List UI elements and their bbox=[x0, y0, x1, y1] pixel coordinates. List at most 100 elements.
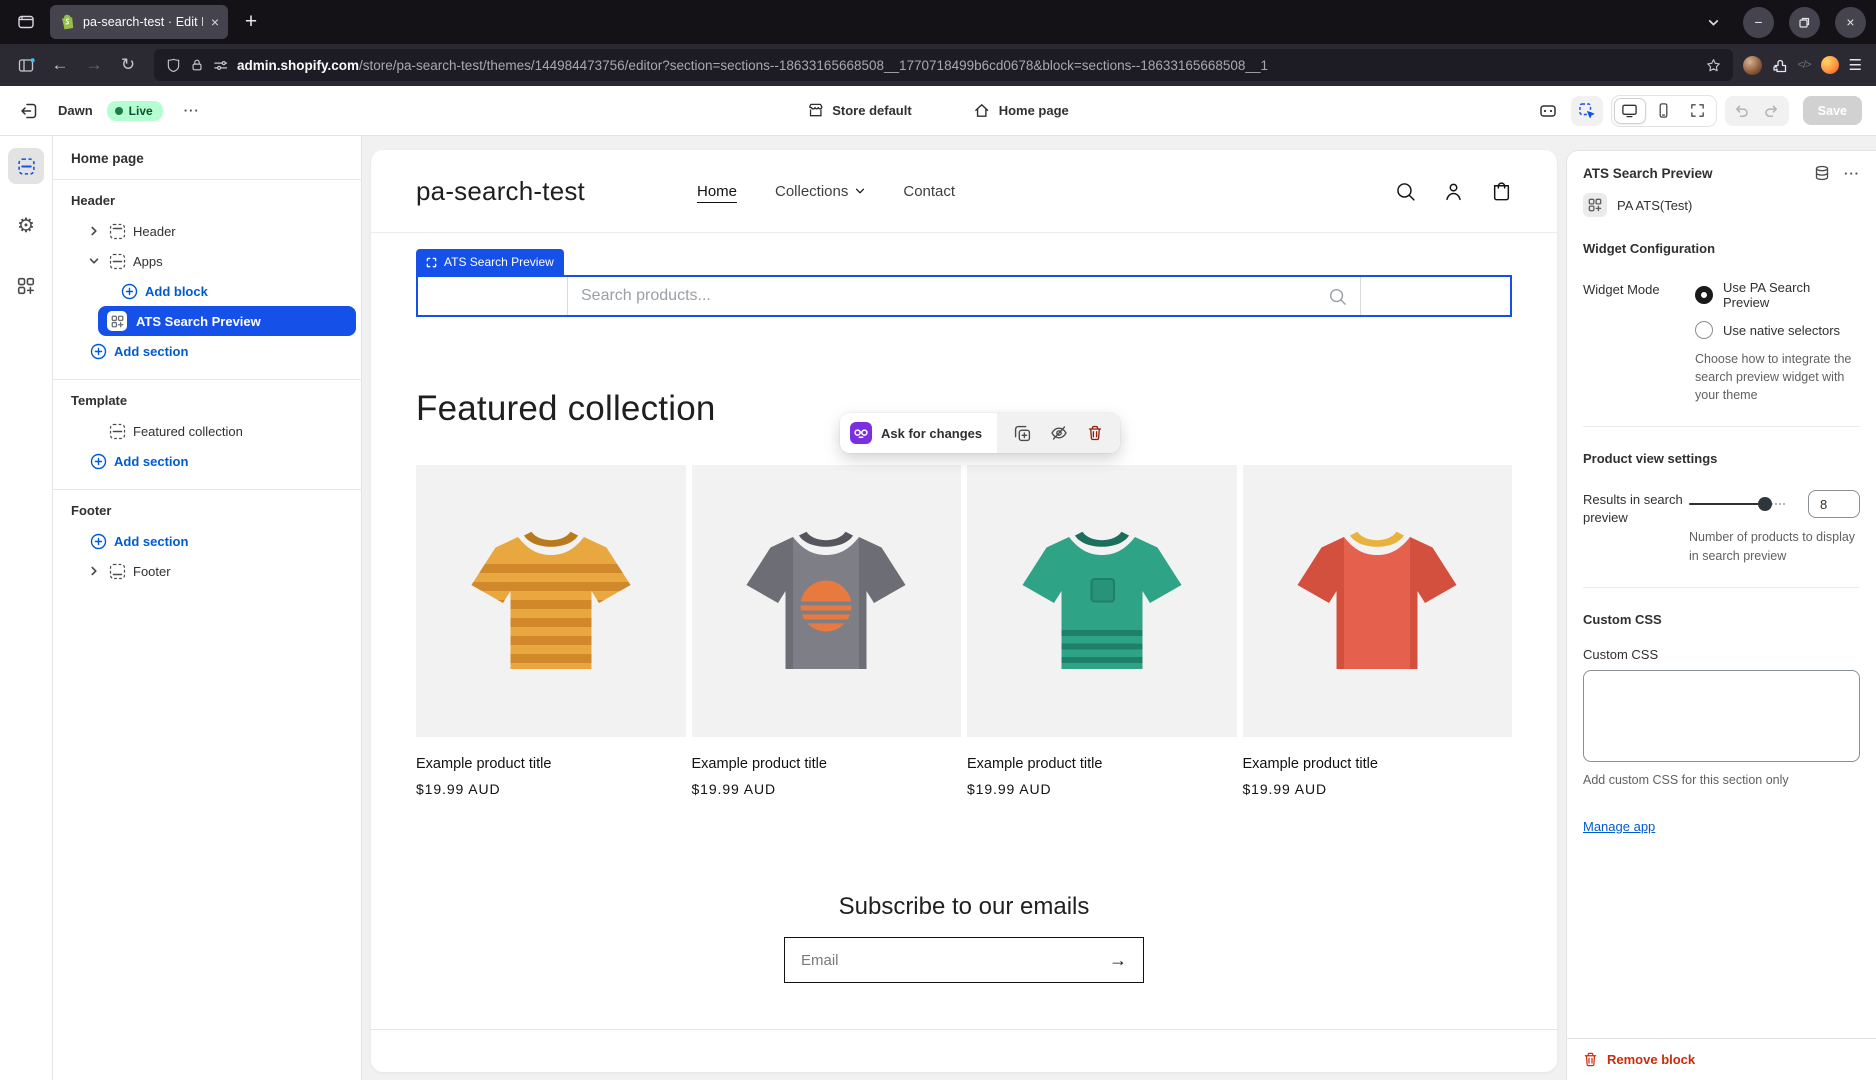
radio-unselected-icon[interactable] bbox=[1695, 321, 1713, 339]
extension-icon[interactable] bbox=[1772, 57, 1788, 73]
mobile-view-button[interactable] bbox=[1648, 98, 1680, 124]
caret-right-icon[interactable] bbox=[86, 566, 102, 576]
browser-tab[interactable]: pa-search-test · Edit Dawn × bbox=[50, 5, 228, 39]
ats-block-tab-label[interactable]: ATS Search Preview bbox=[416, 249, 564, 275]
add-block-button[interactable]: Add block bbox=[69, 276, 345, 306]
submit-arrow-icon[interactable]: → bbox=[1099, 950, 1137, 971]
window-minimize-button[interactable]: − bbox=[1743, 7, 1774, 38]
search-widget-left-cell bbox=[418, 277, 568, 315]
sidebar-divider bbox=[53, 379, 361, 380]
add-section-button-footer[interactable]: Add section bbox=[69, 526, 345, 556]
sidebar-item-ats-search-preview[interactable]: ATS Search Preview bbox=[98, 306, 356, 336]
radio-option-native-selectors[interactable]: Use native selectors bbox=[1695, 321, 1860, 339]
editor-topbar: Dawn Live ··· Store default Home page bbox=[0, 86, 1876, 136]
add-block-label: Add block bbox=[145, 284, 208, 299]
ask-for-changes-label: Ask for changes bbox=[881, 426, 982, 441]
rail-sections-button[interactable] bbox=[8, 148, 44, 184]
duplicate-icon[interactable] bbox=[1014, 425, 1031, 442]
redo-button[interactable] bbox=[1757, 98, 1787, 124]
radio-selected-icon[interactable] bbox=[1695, 286, 1713, 304]
theme-more-actions-button[interactable]: ··· bbox=[177, 96, 207, 126]
add-section-label: Add section bbox=[114, 534, 188, 549]
reload-button[interactable]: ↻ bbox=[112, 50, 144, 80]
search-icon[interactable] bbox=[1395, 181, 1416, 202]
sidebar-item-apps[interactable]: Apps bbox=[69, 246, 345, 276]
back-button[interactable]: ← bbox=[44, 50, 76, 80]
nav-link-contact[interactable]: Contact bbox=[903, 183, 955, 200]
search-icon[interactable] bbox=[1328, 287, 1347, 306]
page-selector[interactable]: Home page bbox=[966, 96, 1077, 125]
cart-bag-icon[interactable] bbox=[1491, 181, 1512, 202]
caret-right-icon[interactable] bbox=[86, 226, 102, 236]
store-context-selector[interactable]: Store default bbox=[799, 96, 919, 125]
product-title[interactable]: Example product title bbox=[967, 756, 1237, 772]
product-title[interactable]: Example product title bbox=[416, 756, 686, 772]
sidebar-item-featured-collection[interactable]: Featured collection bbox=[69, 416, 345, 446]
topbar-left: Dawn Live ··· bbox=[14, 96, 207, 126]
rail-app-embeds-button[interactable] bbox=[8, 268, 44, 304]
store-name[interactable]: pa-search-test bbox=[416, 176, 585, 207]
permissions-icon bbox=[213, 58, 228, 73]
product-card[interactable]: Example product title $19.99 AUD bbox=[416, 465, 686, 797]
gear-icon: ⚙ bbox=[17, 216, 35, 236]
hide-eye-slash-icon[interactable] bbox=[1050, 424, 1068, 442]
address-bar[interactable]: admin.shopify.com/store/pa-search-test/t… bbox=[154, 49, 1733, 81]
new-tab-button[interactable]: + bbox=[236, 7, 266, 37]
fullscreen-view-button[interactable] bbox=[1682, 98, 1714, 124]
exit-editor-button[interactable] bbox=[14, 96, 44, 126]
nav-link-home[interactable]: Home bbox=[697, 183, 737, 200]
forward-button[interactable]: → bbox=[78, 50, 110, 80]
home-icon bbox=[974, 102, 991, 119]
custom-css-heading: Custom CSS bbox=[1583, 612, 1860, 627]
devtools-code-icon[interactable]: </> bbox=[1798, 59, 1811, 71]
results-range-slider[interactable] bbox=[1689, 495, 1785, 513]
rail-theme-settings-button[interactable]: ⚙ bbox=[8, 208, 44, 244]
product-card[interactable]: Example product title $19.99 AUD bbox=[692, 465, 962, 797]
preview-inspector-button[interactable] bbox=[1533, 96, 1563, 126]
manage-app-link[interactable]: Manage app bbox=[1583, 819, 1655, 834]
email-input[interactable] bbox=[801, 952, 1099, 969]
results-value-input[interactable]: 8 bbox=[1808, 490, 1860, 518]
delete-trash-icon[interactable] bbox=[1087, 425, 1103, 441]
account-icon[interactable] bbox=[1443, 181, 1464, 202]
menu-hamburger-icon[interactable]: ☰ bbox=[1849, 56, 1862, 74]
tab-list-chevron-button[interactable] bbox=[1698, 7, 1728, 37]
add-section-button-header[interactable]: Add section bbox=[69, 336, 345, 366]
sidebar-item-footer[interactable]: Footer bbox=[69, 556, 345, 586]
dynamic-source-icon[interactable] bbox=[1814, 165, 1830, 181]
profile-avatar[interactable] bbox=[1743, 56, 1762, 75]
nav-link-collections[interactable]: Collections bbox=[775, 183, 865, 200]
slider-knob[interactable] bbox=[1758, 497, 1772, 511]
bookmark-star-icon[interactable] bbox=[1706, 58, 1721, 73]
desktop-view-button[interactable] bbox=[1614, 98, 1646, 124]
custom-css-textarea[interactable] bbox=[1583, 670, 1860, 762]
store-nav: Home Collections Contact bbox=[697, 183, 955, 200]
product-card[interactable]: Example product title $19.99 AUD bbox=[1243, 465, 1513, 797]
product-title[interactable]: Example product title bbox=[1243, 756, 1513, 772]
app-source-row[interactable]: PA ATS(Test) bbox=[1583, 193, 1860, 217]
slider-fill bbox=[1689, 503, 1765, 505]
add-section-button-template[interactable]: Add section bbox=[69, 446, 345, 476]
sidebar-item-header[interactable]: Header bbox=[69, 216, 345, 246]
firefox-feature-icon[interactable] bbox=[1821, 56, 1839, 74]
product-title[interactable]: Example product title bbox=[692, 756, 962, 772]
window-maximize-button[interactable] bbox=[1789, 7, 1820, 38]
theme-name: Dawn bbox=[58, 103, 93, 118]
sidebar-toggle-button[interactable] bbox=[10, 50, 42, 80]
panel-more-icon[interactable]: ··· bbox=[1844, 166, 1860, 181]
tab-close-icon[interactable]: × bbox=[211, 15, 219, 29]
caret-down-icon[interactable] bbox=[86, 256, 102, 266]
save-button[interactable]: Save bbox=[1803, 96, 1862, 125]
window-close-button[interactable]: × bbox=[1835, 7, 1866, 38]
remove-block-button[interactable]: Remove block bbox=[1567, 1038, 1876, 1080]
radio-option-pa-search-preview[interactable]: Use PA Search Preview bbox=[1695, 280, 1860, 310]
section-select-tool-button[interactable] bbox=[1571, 96, 1603, 126]
product-card[interactable]: Example product title $19.99 AUD bbox=[967, 465, 1237, 797]
chevron-down-icon bbox=[855, 186, 865, 196]
firefox-view-button[interactable] bbox=[10, 6, 42, 38]
ask-for-changes-button[interactable]: Ask for changes bbox=[840, 413, 997, 453]
sidebar-item-label: Header bbox=[133, 224, 176, 239]
undo-button[interactable] bbox=[1727, 98, 1757, 124]
search-products-input[interactable] bbox=[581, 287, 1318, 305]
plus-circle-icon bbox=[90, 343, 107, 360]
